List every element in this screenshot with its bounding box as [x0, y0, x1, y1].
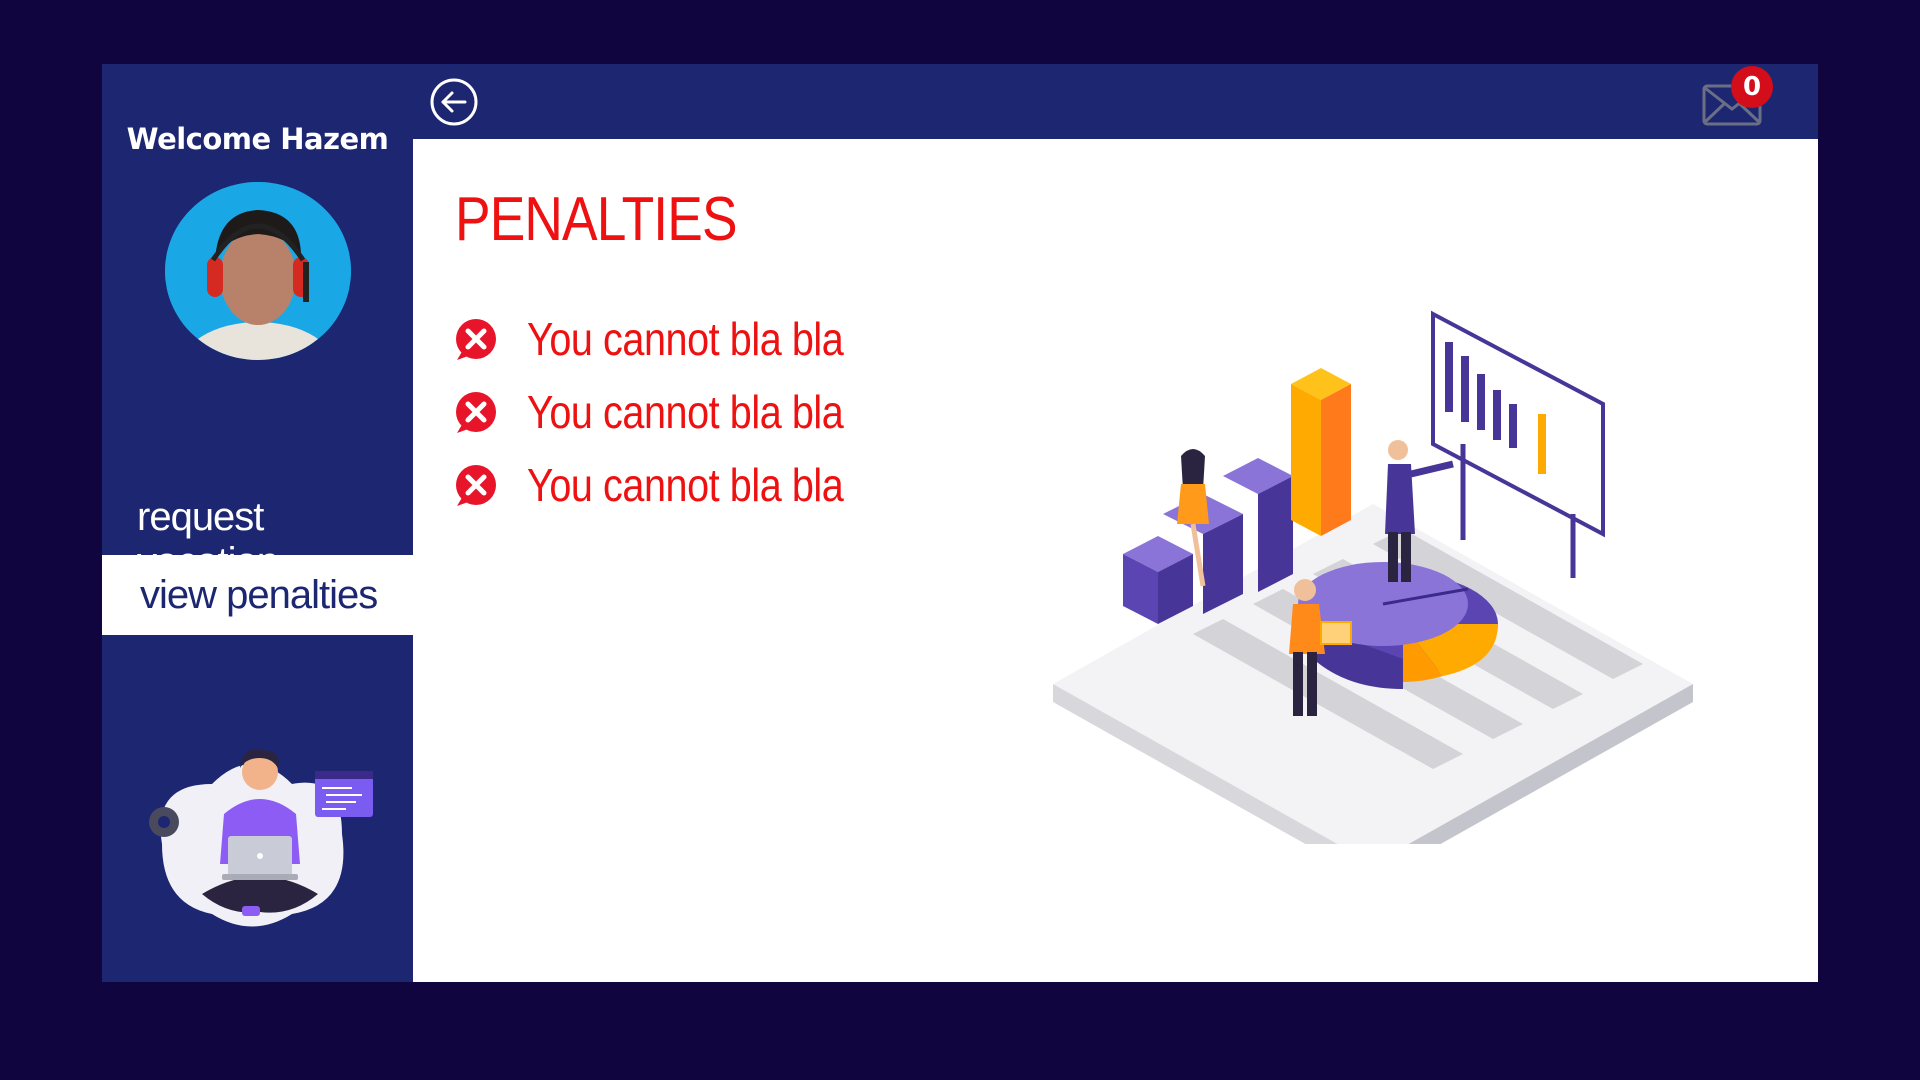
app-window: Welcome Hazem request vacation view pena… [102, 64, 1818, 982]
analytics-illustration [1043, 304, 1703, 882]
list-item: You cannot bla bla [453, 302, 895, 375]
page-title: PENALTIES [455, 185, 738, 254]
back-arrow-icon[interactable] [429, 77, 479, 127]
list-item: You cannot bla bla [453, 448, 895, 521]
list-item: You cannot bla bla [453, 375, 895, 448]
main-panel: 0 PENALTIES You cannot bla bla You canno… [413, 64, 1818, 982]
sidebar: Welcome Hazem request vacation view pena… [102, 64, 413, 982]
penalty-text: You cannot bla bla [527, 458, 844, 511]
welcome-heading: Welcome Hazem [126, 122, 389, 156]
error-x-icon [456, 391, 496, 433]
top-bar: 0 [413, 64, 1818, 139]
penalty-text: You cannot bla bla [527, 385, 844, 438]
nav-view-penalties[interactable]: view penalties [102, 555, 413, 635]
developer-illustration [142, 744, 382, 934]
error-x-icon [456, 318, 496, 360]
unread-count-badge: 0 [1731, 66, 1773, 108]
error-x-icon [456, 464, 496, 506]
penalty-text: You cannot bla bla [527, 312, 844, 365]
avatar [165, 182, 351, 360]
penalty-list: You cannot bla bla You cannot bla bla Yo… [453, 302, 895, 521]
nav-view-penalties-label: view penalties [140, 572, 378, 617]
